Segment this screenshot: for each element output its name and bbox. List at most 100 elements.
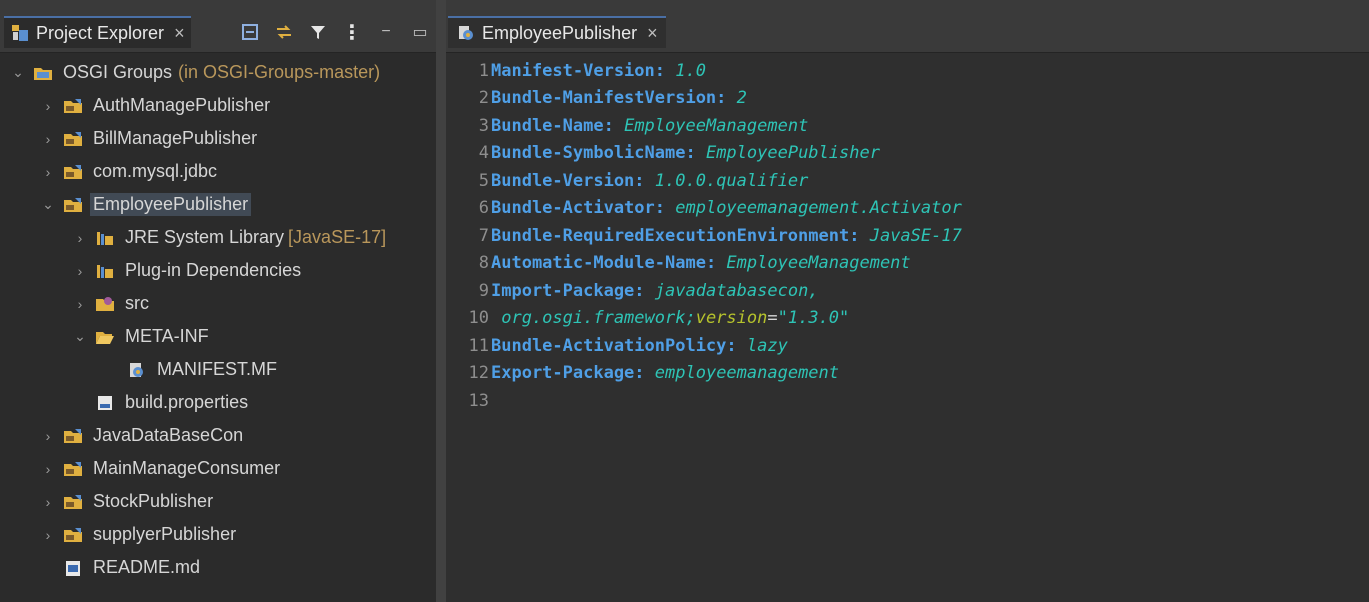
- key-separator: :: [726, 335, 747, 356]
- tree-node-project[interactable]: › com.mysql.jdbc: [0, 155, 436, 188]
- chevron-right-icon[interactable]: ›: [40, 527, 56, 543]
- tree-node-label: AuthManagePublisher: [93, 95, 271, 115]
- chevron-right-icon[interactable]: ›: [40, 461, 56, 477]
- filter-icon[interactable]: [308, 22, 328, 42]
- tree-node-project[interactable]: › supplyerPublisher: [0, 518, 436, 551]
- manifest-key: Bundle-Activator: [491, 198, 655, 219]
- plugin-project-icon: [62, 195, 84, 215]
- code-line[interactable]: 1 Manifest-Version: 1.0: [446, 57, 1369, 85]
- maximize-icon[interactable]: ▭: [410, 22, 430, 42]
- source-folder-icon: [94, 294, 116, 314]
- line-number: 6: [478, 198, 489, 219]
- tree-node-source-folder[interactable]: › src: [0, 287, 436, 320]
- chevron-down-icon[interactable]: ⌄: [10, 64, 26, 81]
- folder-open-icon: [94, 327, 116, 347]
- manifest-editor-icon: [456, 23, 476, 43]
- line-number: 1: [478, 60, 489, 81]
- explorer-toolbar: ⋮ − ▭: [240, 19, 430, 45]
- tree-node-project-selected[interactable]: ⌄ EmployeePublisher: [0, 188, 436, 221]
- key-separator: :: [849, 225, 870, 246]
- tree-node-library[interactable]: › JRE System Library [JavaSE-17]: [0, 221, 436, 254]
- tree-node-label: OSGI Groups (in OSGI-Groups-master): [63, 62, 381, 82]
- collapse-all-icon[interactable]: [240, 22, 260, 42]
- line-number: 8: [478, 253, 489, 274]
- tree-node-file[interactable]: › README.md: [0, 551, 436, 584]
- tree-node-project[interactable]: › StockPublisher: [0, 485, 436, 518]
- manifest-key: Bundle-ActivationPolicy: [491, 335, 727, 356]
- code-line[interactable]: 4 Bundle-SymbolicName: EmployeePublisher: [446, 140, 1369, 168]
- chevron-right-icon[interactable]: ›: [40, 164, 56, 180]
- tab-employee-publisher[interactable]: EmployeePublisher ×: [448, 16, 666, 48]
- tree-node-label: build.properties: [125, 392, 249, 412]
- attribute-equals: =: [767, 308, 778, 329]
- chevron-right-icon[interactable]: ›: [72, 263, 88, 279]
- line-number: 7: [478, 225, 489, 246]
- tree-node-project[interactable]: › BillManagePublisher: [0, 122, 436, 155]
- tab-label: Project Explorer: [36, 22, 165, 43]
- code-line[interactable]: 9 Import-Package: javadatabasecon,: [446, 277, 1369, 305]
- code-line[interactable]: 6 Bundle-Activator: employeemanagement.Ac…: [446, 195, 1369, 223]
- manifest-value: JavaSE-17: [869, 225, 962, 246]
- library-icon: [94, 261, 116, 281]
- plugin-project-icon: [62, 129, 84, 149]
- manifest-key: Bundle-Version: [491, 170, 635, 191]
- link-with-editor-icon[interactable]: [274, 22, 294, 42]
- chevron-right-icon[interactable]: ›: [40, 98, 56, 114]
- panel-splitter[interactable]: [436, 0, 446, 602]
- manifest-key: Bundle-RequiredExecutionEnvironment: [491, 225, 850, 246]
- manifest-value: EmployeeManagement: [726, 253, 911, 274]
- manifest-key: Automatic-Module-Name: [491, 253, 706, 274]
- line-number: 13: [468, 390, 489, 411]
- chevron-down-icon[interactable]: ⌄: [72, 328, 88, 345]
- code-line[interactable]: 3 Bundle-Name: EmployeeManagement: [446, 112, 1369, 140]
- line-number: 9: [478, 280, 489, 301]
- code-line[interactable]: 5 Bundle-Version: 1.0.0.qualifier: [446, 167, 1369, 195]
- tree-node-label: MainManageConsumer: [93, 458, 281, 478]
- code-line[interactable]: 11 Bundle-ActivationPolicy: lazy: [446, 332, 1369, 360]
- code-line[interactable]: 8 Automatic-Module-Name: EmployeeManageme…: [446, 250, 1369, 278]
- chevron-right-icon[interactable]: ›: [72, 296, 88, 312]
- line-number: 2: [478, 88, 489, 109]
- chevron-right-icon[interactable]: ›: [40, 428, 56, 444]
- key-separator: :: [685, 143, 706, 164]
- tree-node-project[interactable]: › MainManageConsumer: [0, 452, 436, 485]
- minimize-icon[interactable]: −: [376, 22, 396, 42]
- code-line[interactable]: 10 org.osgi.framework; version = "1.3.0": [446, 305, 1369, 333]
- manifest-value: lazy: [746, 335, 788, 356]
- tree-node-label: EmployeePublisher: [90, 193, 252, 216]
- plugin-project-icon: [62, 459, 84, 479]
- working-set-icon: [32, 63, 54, 83]
- tree-node-label: META-INF: [125, 326, 209, 346]
- manifest-source-text[interactable]: 1 Manifest-Version: 1.0 2 Bundle-ManifestVe…: [446, 57, 1369, 415]
- key-separator: :: [634, 363, 655, 384]
- close-icon[interactable]: ×: [174, 23, 185, 44]
- code-line[interactable]: 7 Bundle-RequiredExecutionEnvironment: Ja…: [446, 222, 1369, 250]
- tree-node-file[interactable]: › build.properties: [0, 386, 436, 419]
- tree-node-label: StockPublisher: [93, 491, 214, 511]
- tree-node-project[interactable]: › JavaDataBaseCon: [0, 419, 436, 452]
- tree-node-folder[interactable]: ⌄ META-INF: [0, 320, 436, 353]
- manifest-key: Bundle-SymbolicName: [491, 143, 686, 164]
- close-icon[interactable]: ×: [647, 23, 658, 44]
- tab-project-explorer[interactable]: Project Explorer ×: [4, 16, 191, 48]
- view-menu-icon[interactable]: ⋮: [342, 22, 362, 44]
- chevron-down-icon[interactable]: ⌄: [40, 196, 56, 213]
- key-separator: :: [634, 170, 655, 191]
- manifest-file-icon: [126, 360, 148, 380]
- tree-node-file[interactable]: › MANIFEST.MF: [0, 353, 436, 386]
- code-line[interactable]: 2 Bundle-ManifestVersion: 2: [446, 85, 1369, 113]
- manifest-key: Bundle-Name: [491, 115, 604, 136]
- manifest-value: 2: [736, 88, 747, 109]
- chevron-right-icon[interactable]: ›: [40, 131, 56, 147]
- chevron-right-icon[interactable]: ›: [40, 494, 56, 510]
- line-number: 5: [478, 170, 489, 191]
- code-line[interactable]: 13: [446, 387, 1369, 415]
- tree-node-root[interactable]: ⌄ OSGI Groups (in OSGI-Groups-master): [0, 56, 436, 89]
- plugin-project-icon: [62, 96, 84, 116]
- chevron-right-icon[interactable]: ›: [72, 230, 88, 246]
- code-line[interactable]: 12 Export-Package: employeemanagement: [446, 360, 1369, 388]
- line-number: 12: [468, 363, 489, 384]
- tree-node-project[interactable]: › AuthManagePublisher: [0, 89, 436, 122]
- tree-node-library[interactable]: › Plug-in Dependencies: [0, 254, 436, 287]
- key-separator: :: [654, 60, 676, 81]
